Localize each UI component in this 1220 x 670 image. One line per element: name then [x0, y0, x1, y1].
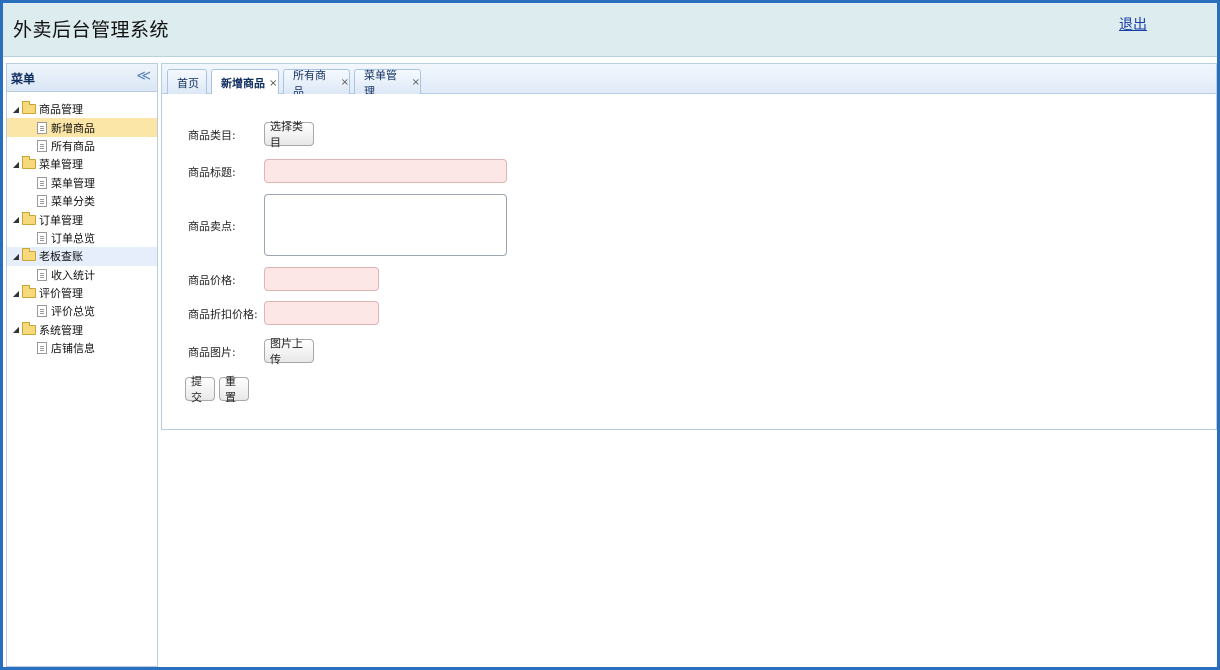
- folder-open-icon: [22, 321, 36, 335]
- tree-group-goods[interactable]: ◢ 商品管理: [7, 100, 157, 118]
- tree-item-review-overview[interactable]: 评价总览: [7, 302, 157, 320]
- tree-item-label: 订单总览: [51, 231, 95, 245]
- main-content: 首页 新增商品 × 所有商品 × 菜单管理 × 商品类目: 选择类目 商品标题:…: [161, 63, 1217, 667]
- file-icon: [37, 342, 47, 355]
- tree-group-label: 菜单管理: [39, 158, 83, 172]
- submit-button[interactable]: 提交: [185, 375, 215, 404]
- file-icon: [37, 305, 47, 318]
- tree-item-label: 新增商品: [51, 121, 95, 135]
- tree-group-system[interactable]: ◢ 系统管理: [7, 321, 157, 339]
- tree-item-label: 评价总览: [51, 305, 95, 319]
- menu-tree: ◢ 商品管理 新增商品 所有商品 ◢ 菜单管理 菜单管理 菜单分类 ◢ 订单管理…: [7, 92, 157, 357]
- tree-group-orders[interactable]: ◢ 订单管理: [7, 210, 157, 228]
- expand-arrow-icon[interactable]: ◢: [11, 325, 21, 334]
- folder-open-icon: [22, 248, 36, 262]
- folder-open-icon: [22, 211, 36, 225]
- image-label: 商品图片:: [188, 346, 236, 359]
- tab-all-goods[interactable]: 所有商品 ×: [283, 69, 350, 98]
- tree-item-menu-manage[interactable]: 菜单管理: [7, 174, 157, 192]
- tree-item-shop-info[interactable]: 店铺信息: [7, 339, 157, 357]
- app-window: 外卖后台管理系统 退出 菜单 ≪ ◢ 商品管理 新增商品 所有商品 ◢ 菜单管理…: [0, 0, 1220, 670]
- expand-arrow-icon[interactable]: ◢: [11, 105, 21, 114]
- top-header: 外卖后台管理系统 退出: [3, 3, 1217, 57]
- tab-menu-manage[interactable]: 菜单管理 ×: [354, 69, 421, 98]
- tab-label: 新增商品: [221, 77, 265, 90]
- tree-group-label: 订单管理: [39, 213, 83, 227]
- sidebar-header: 菜单 ≪: [7, 64, 157, 92]
- price-input[interactable]: [264, 267, 379, 291]
- logout-link[interactable]: 退出: [1119, 14, 1147, 34]
- collapse-sidebar-icon[interactable]: ≪: [136, 68, 151, 84]
- reset-button[interactable]: 重置: [219, 375, 249, 404]
- folder-open-icon: [22, 156, 36, 170]
- tree-item-label: 菜单管理: [51, 176, 95, 190]
- tree-group-menu[interactable]: ◢ 菜单管理: [7, 155, 157, 173]
- tree-item-all-goods[interactable]: 所有商品: [7, 137, 157, 155]
- tab-label: 首页: [177, 76, 199, 90]
- file-icon: [37, 121, 47, 134]
- tree-group-label: 商品管理: [39, 103, 83, 117]
- file-icon: [37, 176, 47, 189]
- category-label: 商品类目:: [188, 129, 236, 142]
- add-goods-panel: 商品类目: 选择类目 商品标题: 商品卖点: 商品价格: 商品折扣价格: 商品图…: [161, 94, 1217, 430]
- tab-add-goods[interactable]: 新增商品 ×: [211, 69, 279, 96]
- close-tab-icon[interactable]: ×: [269, 78, 277, 89]
- expand-arrow-icon[interactable]: ◢: [11, 289, 21, 298]
- tree-group-label: 评价管理: [39, 287, 83, 301]
- tree-group-reviews[interactable]: ◢ 评价管理: [7, 284, 157, 302]
- tree-item-label: 所有商品: [51, 139, 95, 153]
- close-tab-icon[interactable]: ×: [341, 77, 349, 88]
- tree-item-label: 店铺信息: [51, 342, 95, 356]
- tree-item-add-goods[interactable]: 新增商品: [7, 118, 157, 137]
- file-icon: [37, 139, 47, 152]
- tree-item-label: 收入统计: [51, 268, 95, 282]
- discount-price-input[interactable]: [264, 301, 379, 325]
- tree-group-label: 老板查账: [39, 250, 83, 264]
- selling-point-textarea[interactable]: [264, 194, 507, 256]
- file-icon: [37, 231, 47, 244]
- app-title: 外卖后台管理系统: [13, 19, 170, 41]
- title-input[interactable]: [264, 159, 507, 183]
- expand-arrow-icon[interactable]: ◢: [11, 160, 21, 169]
- file-icon: [37, 195, 47, 208]
- upload-image-button[interactable]: 图片上传: [264, 337, 314, 366]
- tree-item-order-overview[interactable]: 订单总览: [7, 229, 157, 247]
- tree-item-menu-category[interactable]: 菜单分类: [7, 192, 157, 210]
- sidebar-title: 菜单: [11, 72, 36, 86]
- selling-point-label: 商品卖点:: [188, 220, 236, 233]
- title-label: 商品标题:: [188, 166, 236, 179]
- sidebar-menu: 菜单 ≪ ◢ 商品管理 新增商品 所有商品 ◢ 菜单管理 菜单管理 菜单分类 ◢…: [6, 63, 158, 667]
- close-tab-icon[interactable]: ×: [412, 77, 420, 88]
- expand-arrow-icon[interactable]: ◢: [11, 252, 21, 261]
- folder-open-icon: [22, 101, 36, 115]
- price-label: 商品价格:: [188, 274, 236, 287]
- folder-open-icon: [22, 285, 36, 299]
- tree-group-accounts[interactable]: ◢ 老板查账: [7, 247, 157, 266]
- tree-group-label: 系统管理: [39, 323, 83, 337]
- expand-arrow-icon[interactable]: ◢: [11, 215, 21, 224]
- tab-bar: 首页 新增商品 × 所有商品 × 菜单管理 ×: [161, 63, 1217, 98]
- discount-price-label: 商品折扣价格:: [188, 308, 258, 321]
- tab-home[interactable]: 首页: [167, 69, 207, 95]
- select-category-button[interactable]: 选择类目: [264, 120, 314, 149]
- tree-item-label: 菜单分类: [51, 195, 95, 209]
- file-icon: [37, 268, 47, 281]
- tree-item-income-stats[interactable]: 收入统计: [7, 266, 157, 284]
